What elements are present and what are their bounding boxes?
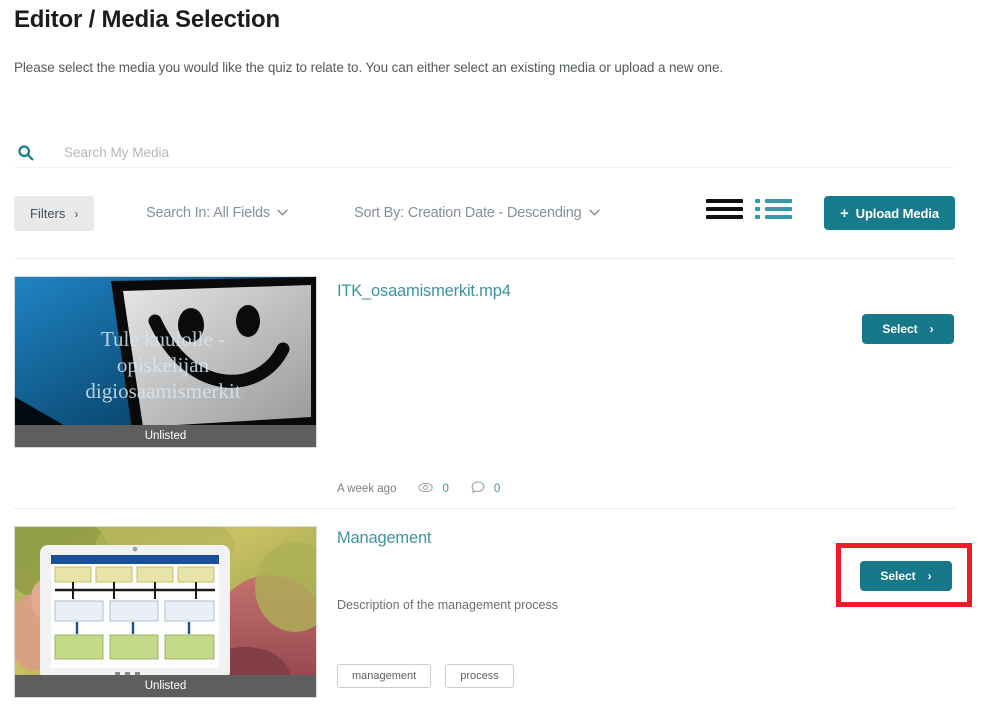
detail-view-bar (765, 207, 792, 211)
page-subtitle: Please select the media you would like t… (14, 60, 724, 75)
media-meta-row: A week ago 0 0 (337, 481, 500, 497)
detail-view-row (755, 215, 792, 219)
comment-bubble-icon (471, 481, 485, 497)
chevron-right-icon: › (74, 206, 79, 221)
detail-view-icon[interactable] (755, 199, 792, 219)
filters-button-label: Filters (30, 206, 66, 221)
select-button-label: Select (880, 569, 916, 583)
tag-pill[interactable]: management (337, 664, 432, 688)
select-button-label: Select (882, 322, 918, 336)
media-thumbnail[interactable]: Tule kuulolle - opiskelijan digiosaamism… (14, 276, 317, 448)
media-title-link[interactable]: Management (337, 529, 432, 548)
grid-view-bar (706, 215, 743, 219)
views-count: 0 (442, 483, 449, 495)
media-list-item: Tule kuulolle - opiskelijan digiosaamism… (0, 276, 988, 506)
thumbnail-image: Tule kuulolle - opiskelijan digiosaamism… (15, 277, 316, 447)
detail-view-dot (755, 207, 760, 211)
filters-button[interactable]: Filters › (14, 196, 95, 231)
svg-text:digiosaamismerkit: digiosaamismerkit (85, 379, 240, 403)
svg-text:Tule kuulolle -: Tule kuulolle - (101, 327, 225, 351)
list-divider-top (14, 258, 955, 259)
eye-icon (418, 482, 434, 496)
detail-view-row (755, 207, 792, 211)
media-selection-page: Editor / Media Selection Please select t… (0, 0, 988, 713)
chevron-down-icon (588, 207, 600, 219)
detail-view-dot (755, 215, 760, 219)
media-description: Description of the management process (337, 598, 558, 612)
grid-view-bar (706, 207, 743, 211)
search-in-label: Search In: All Fields (146, 205, 270, 221)
search-divider (14, 167, 955, 168)
media-tags-row: management process (337, 664, 514, 688)
media-created-at: A week ago (337, 483, 397, 495)
select-button[interactable]: Select › (860, 561, 952, 591)
upload-media-label: Upload Media (855, 205, 939, 221)
media-list-item: Unlisted Management Description of the m… (0, 526, 988, 713)
chevron-right-icon: › (929, 322, 934, 336)
detail-view-row (755, 199, 792, 203)
chevron-right-icon: › (927, 569, 932, 583)
media-toolbar: Filters › Search In: All Fields Sort By:… (14, 196, 955, 238)
plus-icon: + (840, 204, 849, 222)
svg-text:opiskelijan: opiskelijan (117, 353, 210, 377)
list-divider-middle (14, 508, 955, 509)
search-row (14, 136, 955, 168)
media-thumbnail[interactable]: Unlisted (14, 526, 317, 698)
chevron-down-icon (277, 207, 288, 219)
comments-count: 0 (493, 483, 501, 495)
tag-pill[interactable]: process (445, 664, 514, 688)
search-icon[interactable] (14, 141, 36, 163)
privacy-badge: Unlisted (15, 675, 316, 697)
select-button[interactable]: Select › (862, 314, 954, 344)
media-title-link[interactable]: ITK_osaamismerkit.mp4 (337, 282, 511, 301)
search-in-dropdown[interactable]: Search In: All Fields (146, 205, 288, 221)
privacy-badge: Unlisted (15, 425, 316, 447)
grid-view-icon[interactable] (706, 199, 743, 219)
views-stat: 0 (418, 482, 449, 496)
detail-view-dot (755, 199, 760, 203)
sort-by-label: Sort By: Creation Date - Descending (354, 205, 582, 221)
search-input[interactable] (62, 143, 482, 161)
detail-view-bar (765, 215, 792, 219)
comments-stat: 0 (471, 481, 500, 497)
grid-view-bar (706, 199, 743, 203)
page-title: Editor / Media Selection (14, 6, 280, 33)
detail-view-bar (765, 199, 792, 203)
thumbnail-image (15, 527, 316, 697)
sort-by-dropdown[interactable]: Sort By: Creation Date - Descending (354, 205, 600, 221)
upload-media-button[interactable]: + Upload Media (824, 196, 955, 230)
